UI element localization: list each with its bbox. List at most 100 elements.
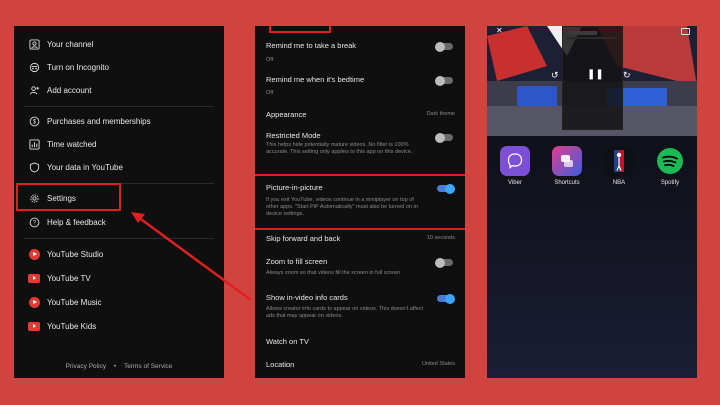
dollar-icon: $ [28,115,40,127]
setting-remind-bedtime[interactable]: Remind me when it's bedtime Off [255,70,465,100]
settings-highlight-box [16,183,121,211]
pip-toggle[interactable] [437,183,455,194]
setting-subtitle: If you exit YouTube, videos continue in … [266,197,418,217]
setting-title: Location [266,360,295,369]
add-account-icon [28,84,40,96]
setting-location[interactable]: Location United States [255,356,465,374]
menu-footer: Privacy Policy • Terms of Service [14,363,224,370]
chart-icon [28,138,40,150]
menu-item-label: Purchases and memberships [47,116,151,126]
setting-subtitle: Allows creator info cards to appear on v… [266,306,424,319]
menu-item-incognito[interactable]: Turn on Incognito [14,57,224,77]
background-video: ↺ ❚❚ ↻ ✕ [487,26,697,136]
menu-item-label: YouTube Studio [47,249,104,259]
setting-title: Appearance [266,110,307,119]
highlight-separator [255,228,465,230]
setting-subtitle: Always zoom so that videos fill the scre… [266,270,401,276]
menu-item-time-watched[interactable]: Time watched [14,134,224,154]
restore-pip-icon[interactable] [681,28,690,35]
menu-item-youtube-music[interactable]: YouTube Music [14,292,224,312]
info-cards-toggle[interactable] [437,293,455,304]
setting-appearance[interactable]: Appearance Dark theme [255,104,465,124]
youtube-music-icon [28,296,40,308]
ios-home-panel: ↺ ❚❚ ↻ ✕ Viber Shortcuts NBA Spotify [487,26,697,378]
setting-value: 10 seconds [426,235,455,241]
setting-title: Watch on TV [266,337,309,346]
setting-title: Zoom to fill screen [266,257,328,266]
help-icon: ? [28,216,40,228]
app-name: NBA [612,180,626,186]
privacy-policy-link[interactable]: Privacy Policy [66,363,106,370]
setting-subtitle: Off [266,57,274,63]
setting-title: Skip forward and back [266,234,341,243]
restricted-mode-toggle[interactable] [435,132,453,143]
account-icon [28,38,40,50]
pip-content-strip [567,37,617,39]
menu-item-help[interactable]: ? Help & feedback [14,212,224,232]
youtube-studio-icon [28,248,40,260]
menu-item-label: Help & feedback [47,217,106,227]
skip-back-icon[interactable]: ↺ [551,70,559,81]
setting-title: Picture-in-picture [266,183,323,192]
setting-title: Show in-video info cards [266,293,348,302]
setting-title: Restricted Mode [266,131,321,140]
menu-item-youtube-tv[interactable]: YouTube TV [14,268,224,288]
youtube-tv-icon [28,272,40,284]
app-shortcuts[interactable]: Shortcuts [550,146,584,186]
menu-item-label: YouTube Kids [47,321,97,331]
menu-item-purchases[interactable]: $ Purchases and memberships [14,111,224,131]
app-spotify[interactable]: Spotify [653,146,687,186]
menu-item-label: YouTube TV [47,273,91,283]
terms-of-service-link[interactable]: Terms of Service [124,363,172,370]
top-highlight-fragment [269,26,331,33]
menu-item-youtube-studio[interactable]: YouTube Studio [14,244,224,264]
pause-icon[interactable]: ❚❚ [587,69,604,80]
setting-remind-break[interactable]: Remind me to take a break Off [255,36,465,66]
nba-icon [604,146,634,176]
app-viber[interactable]: Viber [498,146,532,186]
shortcuts-icon [552,146,582,176]
svg-text:$: $ [32,119,36,125]
close-icon[interactable]: ✕ [496,26,503,35]
pip-content-strip [567,31,597,35]
setting-subtitle: This helps hide potentially mature video… [266,142,413,155]
highlight-separator [255,174,465,176]
menu-item-youtube-kids[interactable]: YouTube Kids [14,316,224,336]
app-nba[interactable]: NBA [602,146,636,186]
footer-dot: • [113,363,117,370]
spotify-icon [655,146,685,176]
youtube-settings-panel: Remind me to take a break Off Remind me … [255,26,465,378]
menu-item-label: Time watched [47,139,97,149]
menu-item-label: Your channel [47,39,94,49]
setting-watch-on-tv[interactable]: Watch on TV [255,332,465,350]
app-name: Spotify [660,180,680,186]
menu-item-your-channel[interactable]: Your channel [14,34,224,54]
shield-icon [28,161,40,173]
app-name: Shortcuts [554,180,580,186]
zoom-fill-toggle[interactable] [435,257,453,268]
setting-zoom-fill[interactable]: Zoom to fill screen Always zoom so that … [255,252,465,284]
menu-divider [24,106,214,107]
remind-break-toggle[interactable] [435,41,453,52]
viber-icon [500,146,530,176]
incognito-icon [28,61,40,73]
menu-item-label: Turn on Incognito [47,62,109,72]
setting-skip[interactable]: Skip forward and back 10 seconds [255,231,465,249]
setting-picture-in-picture[interactable]: Picture-in-picture If you exit YouTube, … [255,177,465,227]
menu-item-your-data[interactable]: Your data in YouTube [14,157,224,177]
setting-title: Remind me to take a break [266,41,357,50]
remind-bedtime-toggle[interactable] [435,75,453,86]
setting-info-cards[interactable]: Show in-video info cards Allows creator … [255,288,465,328]
menu-item-add-account[interactable]: Add account [14,80,224,100]
setting-value: Dark theme [426,111,455,117]
menu-divider [24,238,214,239]
menu-item-label: Your data in YouTube [47,162,123,172]
setting-title: Remind me when it's bedtime [266,75,365,84]
svg-text:?: ? [32,220,36,226]
setting-value: United States [421,361,455,367]
setting-subtitle: Off [266,90,274,96]
skip-forward-icon[interactable]: ↻ [623,70,631,81]
setting-restricted-mode[interactable]: Restricted Mode This helps hide potentia… [255,126,465,172]
app-name: Viber [508,180,522,186]
menu-item-label: YouTube Music [47,297,102,307]
